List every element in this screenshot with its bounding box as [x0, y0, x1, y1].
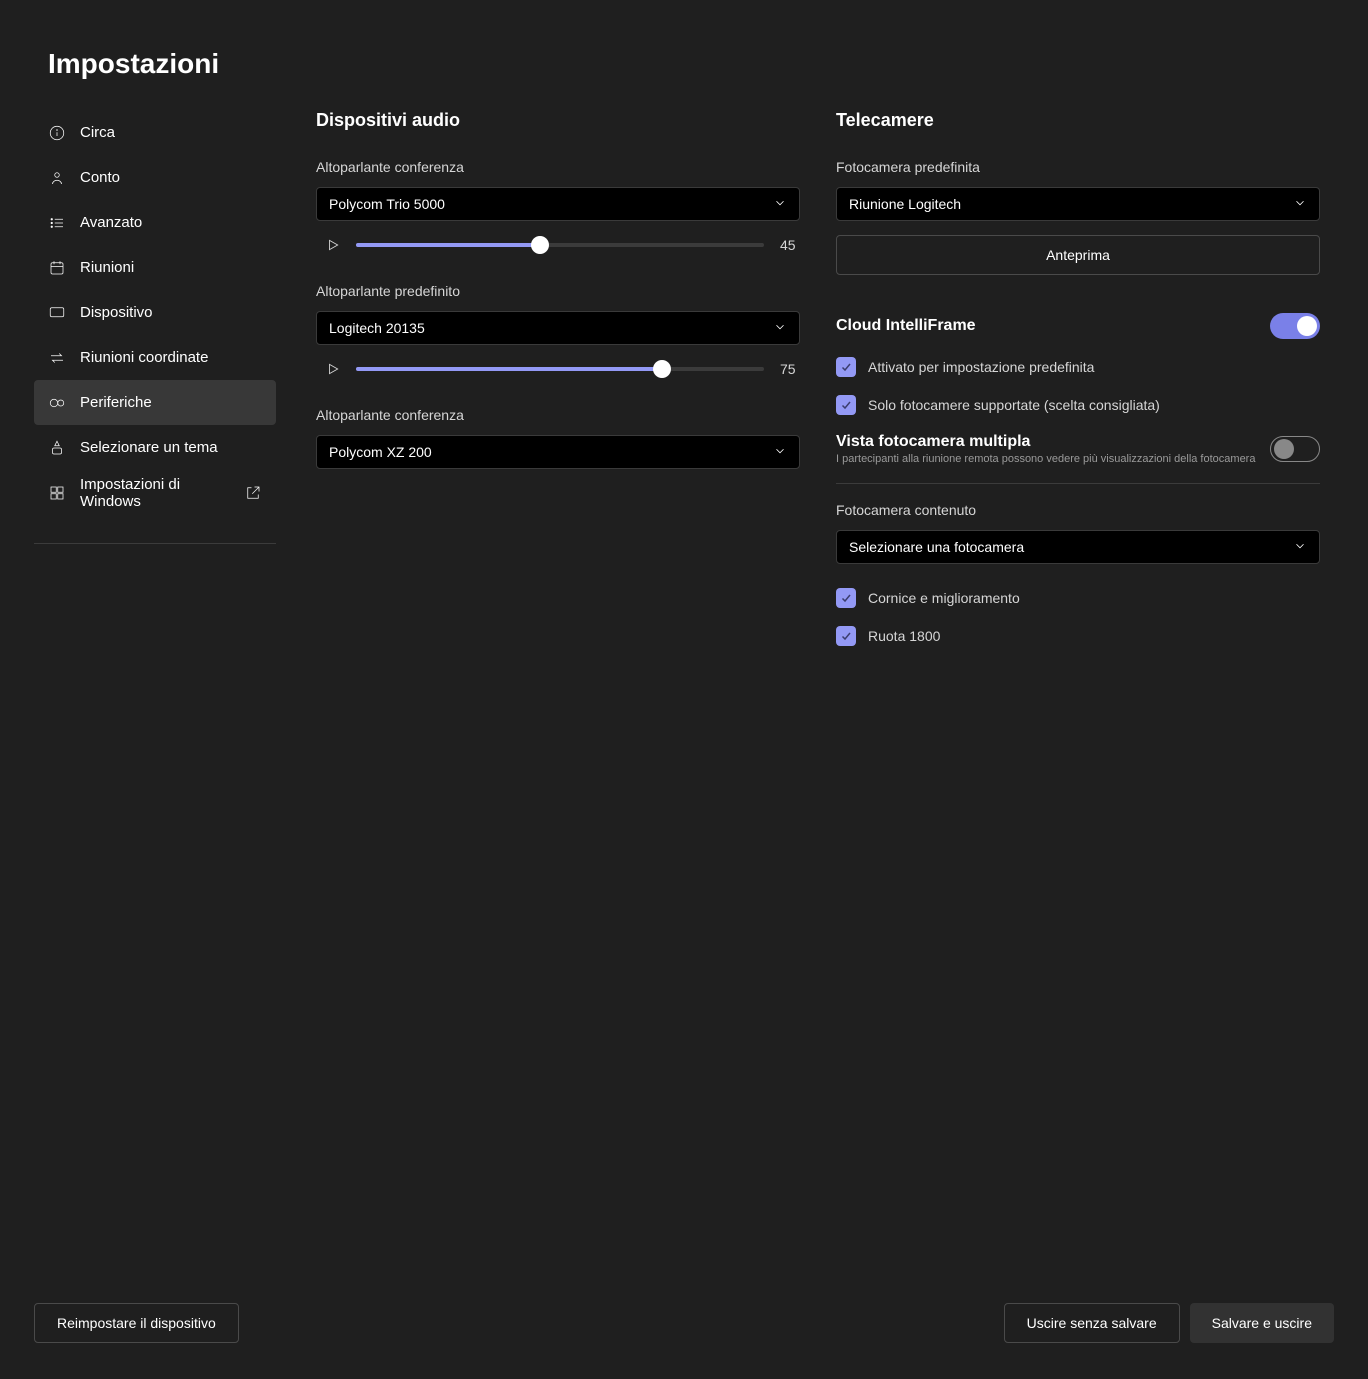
intelliframe-default-checkbox[interactable] [836, 357, 856, 377]
chevron-down-icon [1293, 539, 1307, 556]
checkbox-label: Cornice e miglioramento [868, 590, 1020, 606]
select-value: Polycom Trio 5000 [329, 196, 445, 212]
checkbox-label: Solo fotocamere supportate (scelta consi… [868, 397, 1160, 413]
external-link-icon [244, 484, 262, 502]
monitor-icon [48, 304, 66, 322]
select-value: Logitech 20135 [329, 320, 425, 336]
intelliframe-title: Cloud IntelliFrame [836, 317, 976, 335]
divider [836, 483, 1320, 484]
audio-devices-section: Dispositivi audio Altoparlante conferenz… [316, 110, 800, 664]
sidebar-item-label: Riunioni [80, 259, 134, 276]
sidebar-item-peripherals[interactable]: Periferiche [34, 380, 276, 425]
rotate-checkbox[interactable] [836, 626, 856, 646]
conference-speaker-volume-slider[interactable] [356, 235, 764, 255]
page-title: Impostazioni [0, 0, 1368, 80]
conference-speaker2-label: Altoparlante conferenza [316, 407, 800, 423]
exit-without-saving-button[interactable]: Uscire senza salvare [1004, 1303, 1180, 1343]
person-icon [48, 169, 66, 187]
default-camera-label: Fotocamera predefinita [836, 159, 1320, 175]
settings-sidebar: Circa Conto Avanzato Riunioni Dispositiv… [34, 110, 276, 544]
save-and-exit-button[interactable]: Salvare e uscire [1190, 1303, 1334, 1343]
select-value: Polycom XZ 200 [329, 444, 432, 460]
play-test-sound-button[interactable] [326, 362, 340, 376]
select-value: Riunione Logitech [849, 196, 961, 212]
sidebar-item-meetings[interactable]: Riunioni [34, 245, 276, 290]
default-speaker-label: Altoparlante predefinito [316, 283, 800, 299]
windows-icon [48, 484, 66, 502]
select-value: Selezionare una fotocamera [849, 539, 1024, 555]
sidebar-item-label: Conto [80, 169, 120, 186]
sidebar-item-device[interactable]: Dispositivo [34, 290, 276, 335]
play-test-sound-button[interactable] [326, 238, 340, 252]
list-icon [48, 214, 66, 232]
swap-icon [48, 349, 66, 367]
sidebar-item-windows-settings[interactable]: Impostazioni di Windows [34, 470, 276, 515]
multiview-toggle[interactable] [1270, 436, 1320, 462]
sidebar-item-label: Impostazioni di Windows [80, 476, 240, 510]
default-camera-select[interactable]: Riunione Logitech [836, 187, 1320, 221]
frame-enhance-checkbox[interactable] [836, 588, 856, 608]
slider-thumb[interactable] [531, 236, 549, 254]
footer-bar: Reimpostare il dispositivo Uscire senza … [34, 1303, 1334, 1343]
sidebar-item-label: Circa [80, 124, 115, 141]
default-speaker-volume-slider[interactable] [356, 359, 764, 379]
sidebar-item-coordinated-meetings[interactable]: Riunioni coordinate [34, 335, 276, 380]
reset-device-button[interactable]: Reimpostare il dispositivo [34, 1303, 239, 1343]
chevron-down-icon [773, 320, 787, 337]
chevron-down-icon [773, 196, 787, 213]
sidebar-item-about[interactable]: Circa [34, 110, 276, 155]
cameras-section-title: Telecamere [836, 110, 1320, 131]
cameras-section: Telecamere Fotocamera predefinita Riunio… [836, 110, 1320, 664]
chevron-down-icon [1293, 196, 1307, 213]
sidebar-item-label: Dispositivo [80, 304, 153, 321]
volume-value: 45 [780, 237, 800, 253]
peripherals-icon [48, 394, 66, 412]
audio-section-title: Dispositivi audio [316, 110, 800, 131]
info-icon [48, 124, 66, 142]
sidebar-item-advanced[interactable]: Avanzato [34, 200, 276, 245]
conference-speaker-label: Altoparlante conferenza [316, 159, 800, 175]
sidebar-item-label: Riunioni coordinate [80, 349, 208, 366]
content-camera-select[interactable]: Selezionare una fotocamera [836, 530, 1320, 564]
conference-speaker-select[interactable]: Polycom Trio 5000 [316, 187, 800, 221]
calendar-icon [48, 259, 66, 277]
chevron-down-icon [773, 444, 787, 461]
intelliframe-supported-checkbox[interactable] [836, 395, 856, 415]
sidebar-item-theme[interactable]: Selezionare un tema [34, 425, 276, 470]
sidebar-item-label: Periferiche [80, 394, 152, 411]
multiview-title: Vista fotocamera multipla [836, 433, 1270, 451]
slider-thumb[interactable] [653, 360, 671, 378]
sidebar-item-account[interactable]: Conto [34, 155, 276, 200]
multiview-subtitle: I partecipanti alla riunione remota poss… [836, 453, 1270, 465]
sidebar-item-label: Selezionare un tema [80, 439, 218, 456]
checkbox-label: Ruota 1800 [868, 628, 940, 644]
intelliframe-toggle[interactable] [1270, 313, 1320, 339]
default-speaker-select[interactable]: Logitech 20135 [316, 311, 800, 345]
checkbox-label: Attivato per impostazione predefinita [868, 359, 1094, 375]
content-camera-label: Fotocamera contenuto [836, 502, 1320, 518]
conference-speaker2-select[interactable]: Polycom XZ 200 [316, 435, 800, 469]
sidebar-item-label: Avanzato [80, 214, 142, 231]
volume-value: 75 [780, 361, 800, 377]
theme-icon [48, 439, 66, 457]
preview-button[interactable]: Anteprima [836, 235, 1320, 275]
